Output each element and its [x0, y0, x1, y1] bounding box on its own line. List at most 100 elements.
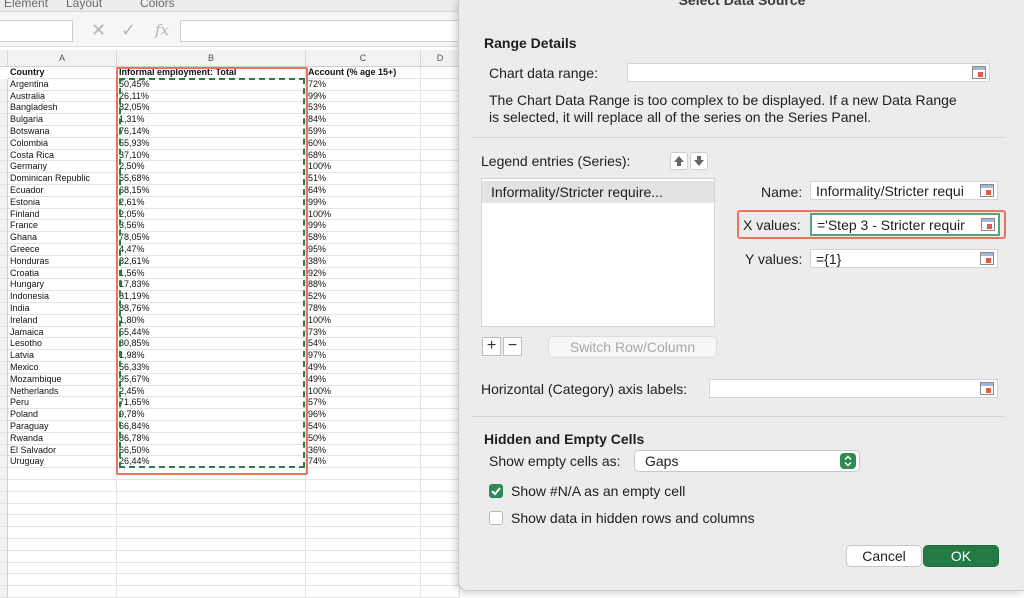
- empty-cell[interactable]: [421, 161, 460, 174]
- row-header[interactable]: [0, 586, 8, 598]
- empty-cell[interactable]: [117, 503, 306, 516]
- table-cell[interactable]: 88%: [306, 279, 421, 292]
- row-header[interactable]: [0, 267, 8, 280]
- table-cell[interactable]: Bulgaria: [8, 114, 117, 126]
- empty-cell[interactable]: [421, 421, 460, 433]
- table-cell[interactable]: 68%: [306, 149, 421, 162]
- cancel-button[interactable]: Cancel: [846, 545, 922, 567]
- confirm-icon[interactable]: ✓: [121, 20, 136, 40]
- table-cell[interactable]: 96%: [306, 409, 421, 421]
- empty-cell[interactable]: [421, 314, 460, 327]
- x-values-field[interactable]: ='Step 3 - Stricter requir: [810, 213, 1000, 236]
- table-cell[interactable]: Botswana: [8, 126, 117, 138]
- empty-cell[interactable]: [421, 208, 460, 221]
- table-cell[interactable]: Mozambique: [8, 373, 117, 386]
- empty-cell[interactable]: [8, 586, 117, 598]
- empty-cell[interactable]: [421, 267, 460, 280]
- table-cell[interactable]: Germany: [8, 161, 117, 174]
- empty-cell[interactable]: [421, 196, 460, 209]
- table-cell[interactable]: Paraguay: [8, 421, 117, 433]
- empty-cell[interactable]: [421, 232, 460, 244]
- table-cell[interactable]: Ecuador: [8, 185, 117, 197]
- table-cell[interactable]: Rwanda: [8, 432, 117, 445]
- empty-cell[interactable]: [421, 114, 460, 126]
- category-axis-field[interactable]: [709, 379, 998, 398]
- range-selector-icon[interactable]: [980, 382, 994, 395]
- row-header[interactable]: [0, 480, 8, 492]
- table-cell[interactable]: Dominican Republic: [8, 173, 117, 185]
- ribbon-tab-layout[interactable]: Layout: [66, 0, 102, 10]
- empty-cell[interactable]: [421, 539, 460, 551]
- table-cell[interactable]: 92%: [306, 267, 421, 280]
- table-cell[interactable]: 36%: [306, 444, 421, 457]
- table-cell[interactable]: 60%: [306, 137, 421, 150]
- table-cell[interactable]: 53%: [306, 102, 421, 115]
- table-cell[interactable]: Jamaica: [8, 326, 117, 339]
- row-header[interactable]: [0, 102, 8, 115]
- table-cell[interactable]: 54%: [306, 338, 421, 351]
- table-cell[interactable]: 78%: [306, 303, 421, 315]
- row-header[interactable]: [0, 515, 8, 528]
- empty-cell[interactable]: [421, 102, 460, 115]
- table-cell[interactable]: Netherlands: [8, 385, 117, 398]
- table-cell[interactable]: 59%: [306, 126, 421, 138]
- row-header[interactable]: [0, 397, 8, 410]
- empty-cell[interactable]: [421, 291, 460, 303]
- table-cell[interactable]: Greece: [8, 244, 117, 256]
- range-selector-icon[interactable]: [980, 252, 994, 265]
- table-cell[interactable]: Hungary: [8, 279, 117, 292]
- empty-cell[interactable]: [8, 527, 117, 539]
- empty-cell[interactable]: [117, 480, 306, 492]
- table-cell[interactable]: 99%: [306, 220, 421, 233]
- row-header[interactable]: [0, 550, 8, 563]
- empty-cell[interactable]: [421, 244, 460, 256]
- row-header[interactable]: [0, 90, 8, 103]
- row-header[interactable]: [0, 432, 8, 445]
- empty-cell[interactable]: [421, 574, 460, 587]
- row-header[interactable]: [0, 574, 8, 587]
- empty-cell[interactable]: [117, 574, 306, 587]
- empty-cell[interactable]: [421, 78, 460, 91]
- table-cell[interactable]: Mexico: [8, 362, 117, 374]
- empty-cell[interactable]: [421, 137, 460, 150]
- row-header[interactable]: [0, 126, 8, 138]
- table-cell[interactable]: Ireland: [8, 314, 117, 327]
- row-header[interactable]: [0, 244, 8, 256]
- table-cell[interactable]: Peru: [8, 397, 117, 410]
- series-list[interactable]: Informality/Stricter require...: [481, 178, 715, 327]
- empty-cell[interactable]: [421, 255, 460, 268]
- table-cell[interactable]: France: [8, 220, 117, 233]
- empty-cell[interactable]: [421, 550, 460, 563]
- table-cell[interactable]: Argentina: [8, 78, 117, 91]
- empty-cell[interactable]: [421, 126, 460, 138]
- table-cell[interactable]: 99%: [306, 90, 421, 103]
- table-cell[interactable]: Latvia: [8, 350, 117, 362]
- empty-cell[interactable]: [8, 480, 117, 492]
- name-box[interactable]: [0, 20, 73, 42]
- row-header[interactable]: [0, 562, 8, 575]
- row-header[interactable]: [0, 503, 8, 516]
- empty-cell[interactable]: [306, 503, 421, 516]
- empty-cell[interactable]: [117, 515, 306, 528]
- table-cell[interactable]: 97%: [306, 350, 421, 362]
- table-cell[interactable]: 38%: [306, 255, 421, 268]
- move-up-button[interactable]: [670, 152, 688, 170]
- row-header[interactable]: [0, 279, 8, 292]
- row-header[interactable]: [0, 173, 8, 185]
- range-selector-icon[interactable]: [980, 184, 994, 197]
- switch-row-column-button[interactable]: Switch Row/Column: [548, 336, 717, 358]
- empty-cell[interactable]: [306, 491, 421, 504]
- empty-cell[interactable]: [421, 491, 460, 504]
- empty-cell[interactable]: [421, 326, 460, 339]
- row-header[interactable]: [0, 303, 8, 315]
- empty-cell[interactable]: [8, 574, 117, 587]
- empty-cell[interactable]: [306, 480, 421, 492]
- row-header[interactable]: [0, 373, 8, 386]
- remove-series-button[interactable]: −: [503, 337, 522, 356]
- row-header[interactable]: [0, 208, 8, 221]
- empty-cell[interactable]: [117, 539, 306, 551]
- empty-cell[interactable]: [306, 562, 421, 575]
- empty-cell[interactable]: [421, 586, 460, 598]
- empty-cell[interactable]: [421, 373, 460, 386]
- table-cell[interactable]: Croatia: [8, 267, 117, 280]
